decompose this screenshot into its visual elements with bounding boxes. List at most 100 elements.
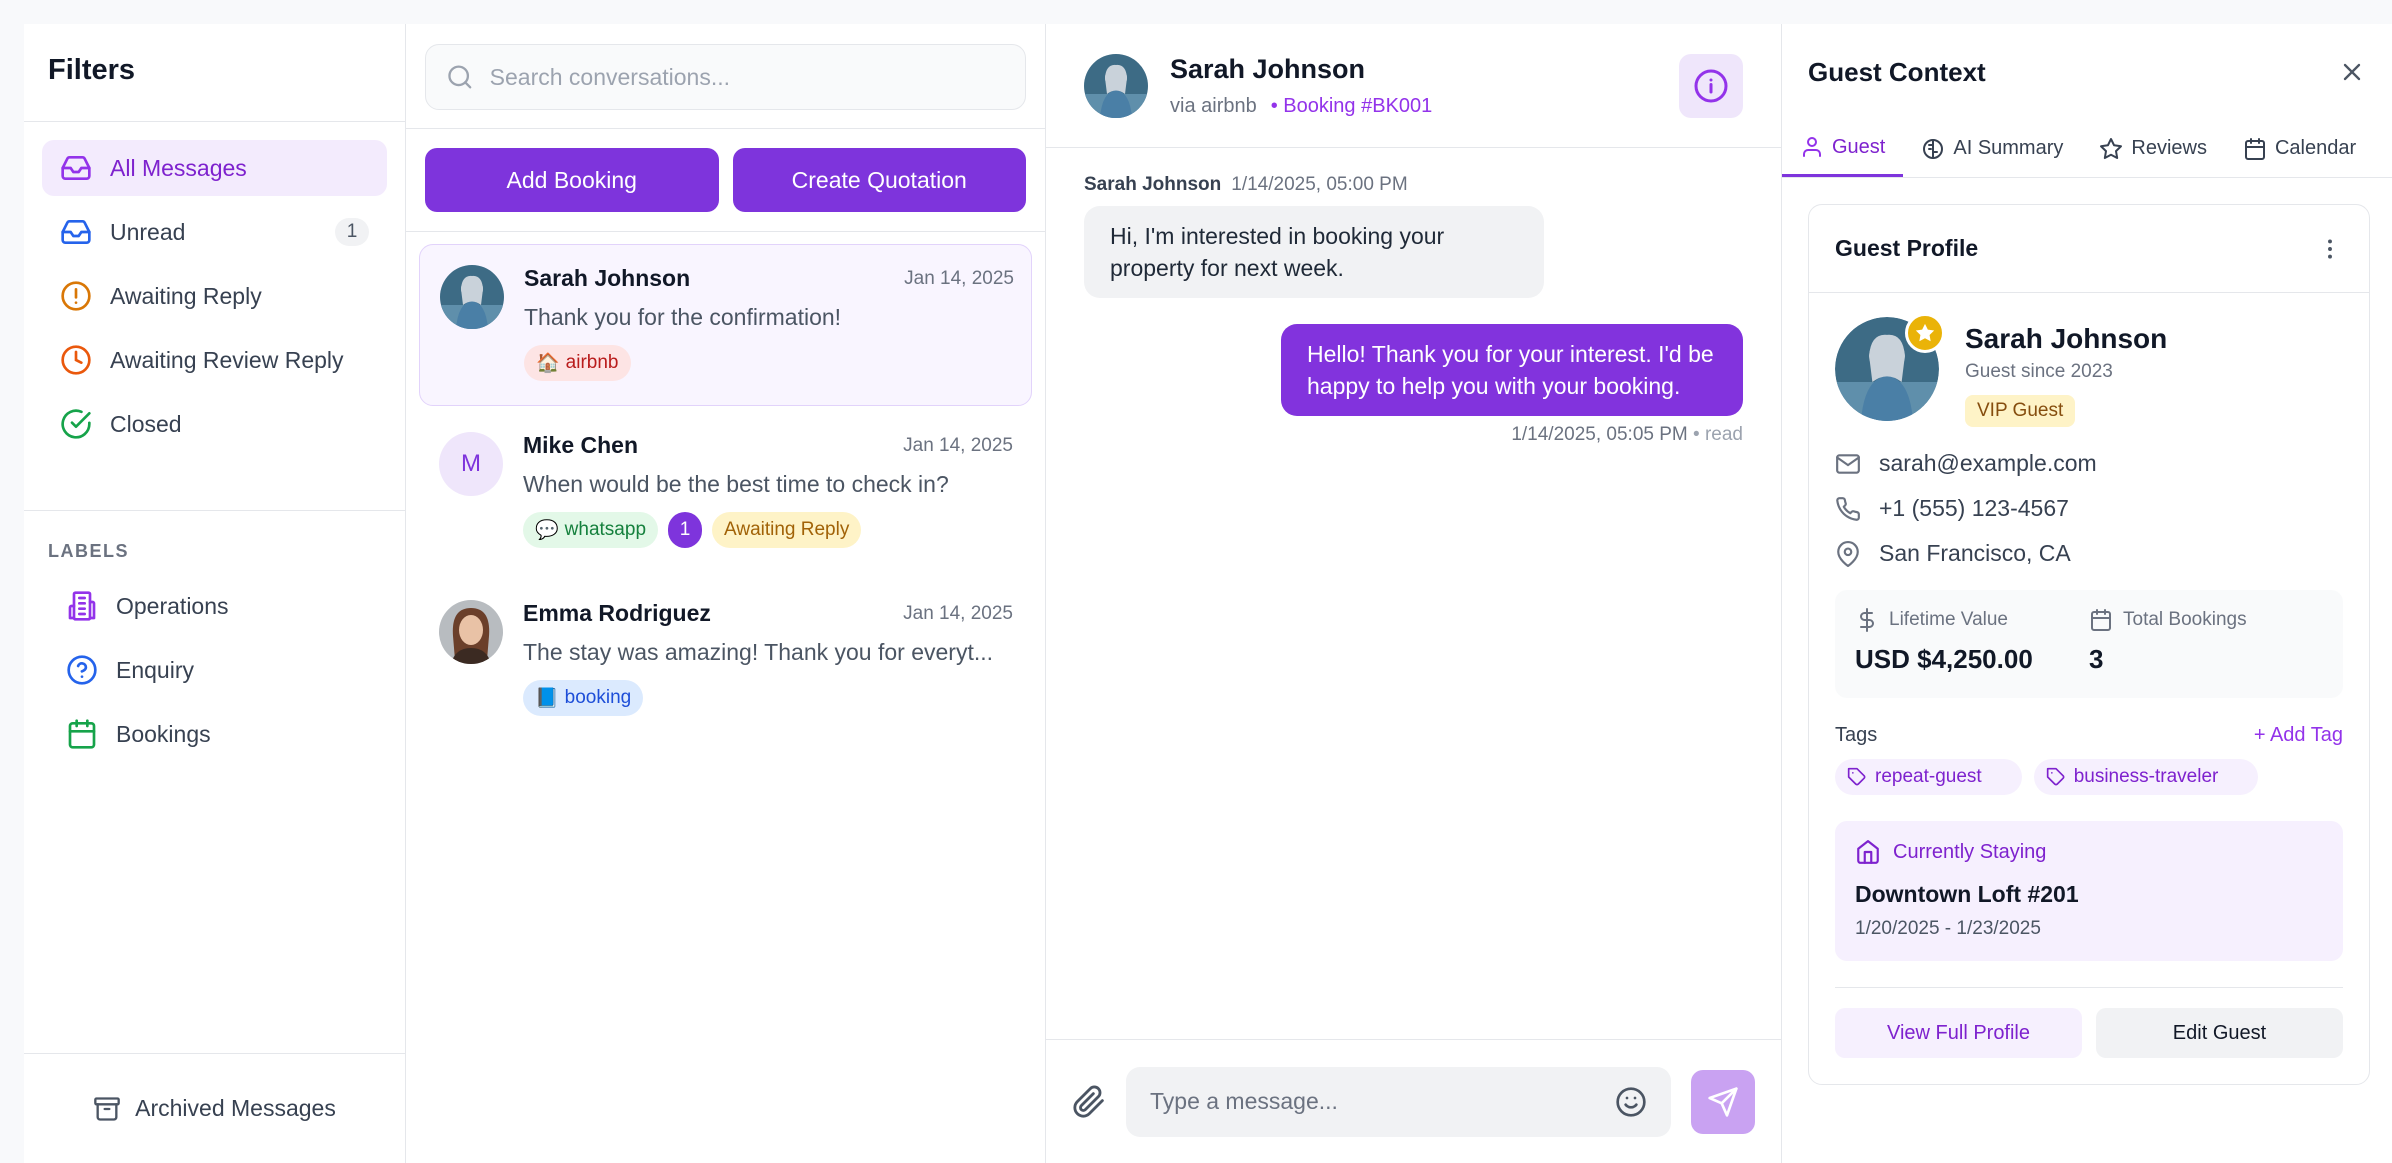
stay-dates: 1/20/2025 - 1/23/2025 (1855, 918, 2041, 939)
label-enquiry[interactable]: Enquiry (24, 642, 405, 698)
lifetime-value-stat: Lifetime Value USD $4,250.00 (1855, 608, 2089, 680)
filter-label: All Messages (110, 154, 247, 181)
conversation-list: Sarah Johnson Jan 14, 2025 Thank you for… (406, 232, 1045, 760)
message-meta: 1/14/2025, 05:05 PM • read (1084, 424, 1743, 446)
tab-calendar[interactable]: Calendar (2225, 120, 2374, 177)
filter-awaiting-reply[interactable]: Awaiting Reply (42, 268, 387, 324)
conversation-body: Mike Chen Jan 14, 2025 When would be the… (523, 432, 1013, 554)
conversation-item[interactable]: M Mike Chen Jan 14, 2025 When would be t… (419, 412, 1032, 574)
filter-closed[interactable]: Closed (42, 396, 387, 452)
filter-label: Unread (110, 218, 186, 245)
conversation-date: Jan 14, 2025 (903, 602, 1013, 624)
booking-link[interactable]: • Booking #BK001 (1271, 95, 1433, 118)
filter-label: Awaiting Review Reply (110, 346, 344, 373)
guest-context-panel: Guest Context Guest AI Summary Reviews C… (1782, 24, 2392, 1163)
guest-profile: Sarah Johnson Guest since 2023 VIP Guest (1809, 293, 2369, 427)
app-window: Filters All Messages Unread 1 Awaiting R… (24, 24, 2392, 1163)
calendar-icon (68, 719, 96, 749)
create-quotation-button[interactable]: Create Quotation (732, 148, 1026, 212)
channel-chip: 🏠 airbnb (524, 345, 631, 381)
conversation-date: Jan 14, 2025 (904, 267, 1014, 289)
chat-header: Sarah Johnson via airbnb • Booking #BK00… (1046, 24, 1781, 148)
guest-email[interactable]: sarah@example.com (1809, 441, 2369, 486)
archive-icon (94, 1096, 120, 1121)
brain-icon (1923, 138, 1944, 159)
view-full-profile-button[interactable]: View Full Profile (1835, 1008, 2082, 1058)
conversation-item[interactable]: Sarah Johnson Jan 14, 2025 Thank you for… (419, 244, 1032, 406)
home-icon (1857, 840, 1879, 864)
label-bookings[interactable]: Bookings (24, 706, 405, 762)
inbox-icon (61, 156, 91, 180)
vip-badge: VIP Guest (1965, 395, 2076, 427)
phone-text: +1 (555) 123-4567 (1879, 495, 2069, 521)
guest-phone[interactable]: +1 (555) 123-4567 (1809, 486, 2369, 531)
inbox-icon (61, 220, 91, 244)
search-bar (406, 24, 1045, 128)
conversation-body: Emma Rodriguez Jan 14, 2025 The stay was… (523, 600, 1013, 722)
read-status: • read (1693, 424, 1743, 445)
conversation-preview: Thank you for the confirmation! (524, 304, 842, 330)
message-time: 1/14/2025, 05:00 PM (1231, 174, 1408, 195)
help-circle-icon (67, 655, 97, 685)
card-header: Guest Profile (1809, 205, 2369, 293)
message-sender: Sarah Johnson (1084, 174, 1222, 195)
message-time: 1/14/2025, 05:05 PM (1511, 424, 1688, 445)
more-vertical-icon[interactable] (2317, 236, 2343, 262)
email-text: sarah@example.com (1879, 450, 2097, 476)
filter-unread[interactable]: Unread 1 (42, 204, 387, 260)
conversation-name: Mike Chen (523, 432, 639, 458)
channel-chip: 💬 whatsapp (523, 512, 659, 548)
edit-guest-button[interactable]: Edit Guest (2096, 1008, 2343, 1058)
speech-bubble-icon: 💬 (535, 520, 559, 541)
tag-chip[interactable]: business-traveler (2033, 759, 2259, 795)
vip-star-icon (1905, 313, 1945, 353)
filter-label: Awaiting Reply (110, 282, 262, 309)
tab-label: Calendar (2274, 137, 2357, 159)
avatar (1835, 313, 1945, 421)
guest-tabs: Guest AI Summary Reviews Calendar (1782, 120, 2392, 178)
guest-profile-title: Guest Profile (1835, 235, 1979, 261)
stat-label: Total Bookings (2123, 609, 2247, 630)
filters-sidebar: Filters All Messages Unread 1 Awaiting R… (24, 24, 406, 1163)
conversation-body: Sarah Johnson Jan 14, 2025 Thank you for… (524, 265, 1014, 385)
incoming-message: Hi, I'm interested in booking your prope… (1084, 206, 1544, 298)
conversation-item[interactable]: Emma Rodriguez Jan 14, 2025 The stay was… (419, 580, 1032, 742)
message-input[interactable] (1150, 1088, 1615, 1115)
add-tag-button[interactable]: + Add Tag (2254, 724, 2343, 747)
archived-messages-link[interactable]: Archived Messages (24, 1053, 405, 1163)
search-box (425, 44, 1026, 110)
unread-count-badge: 1 (335, 218, 369, 246)
emoji-icon[interactable] (1615, 1086, 1647, 1118)
unread-count-badge: 1 (668, 512, 703, 548)
tab-guest[interactable]: Guest (1782, 120, 1904, 177)
tag-label: repeat-guest (1875, 766, 1982, 787)
clock-icon (61, 345, 91, 375)
label-operations[interactable]: Operations (24, 578, 405, 634)
archived-label: Archived Messages (135, 1095, 336, 1121)
chat-channel: via airbnb (1170, 94, 1257, 117)
add-booking-button[interactable]: Add Booking (425, 148, 719, 212)
guest-name: Sarah Johnson (1965, 323, 2168, 354)
label-text: Enquiry (116, 656, 194, 683)
close-icon[interactable] (2338, 58, 2366, 86)
tab-reviews[interactable]: Reviews (2081, 120, 2225, 177)
info-button[interactable] (1679, 53, 1743, 118)
message-meta: Sarah Johnson 1/14/2025, 05:00 PM (1084, 174, 1743, 196)
conversation-preview: When would be the best time to check in? (523, 471, 949, 497)
avatar (439, 600, 503, 664)
tags-header: Tags + Add Tag (1809, 698, 2369, 747)
house-icon: 🏠 (536, 353, 560, 374)
paperclip-icon[interactable] (1072, 1085, 1106, 1119)
filter-all-messages[interactable]: All Messages (42, 140, 387, 196)
tab-ai-summary[interactable]: AI Summary (1903, 120, 2081, 177)
stat-label: Lifetime Value (1889, 609, 2008, 630)
tab-label: Guest (1832, 135, 1886, 158)
send-icon (1708, 1086, 1738, 1117)
message-composer (1046, 1039, 1781, 1163)
send-button[interactable] (1691, 1069, 1755, 1134)
tag-chip[interactable]: repeat-guest (1835, 759, 2022, 795)
user-icon (1803, 137, 1821, 157)
staying-label: Currently Staying (1893, 840, 2047, 863)
search-input[interactable] (489, 63, 1005, 91)
filter-awaiting-review-reply[interactable]: Awaiting Review Reply (42, 332, 387, 388)
